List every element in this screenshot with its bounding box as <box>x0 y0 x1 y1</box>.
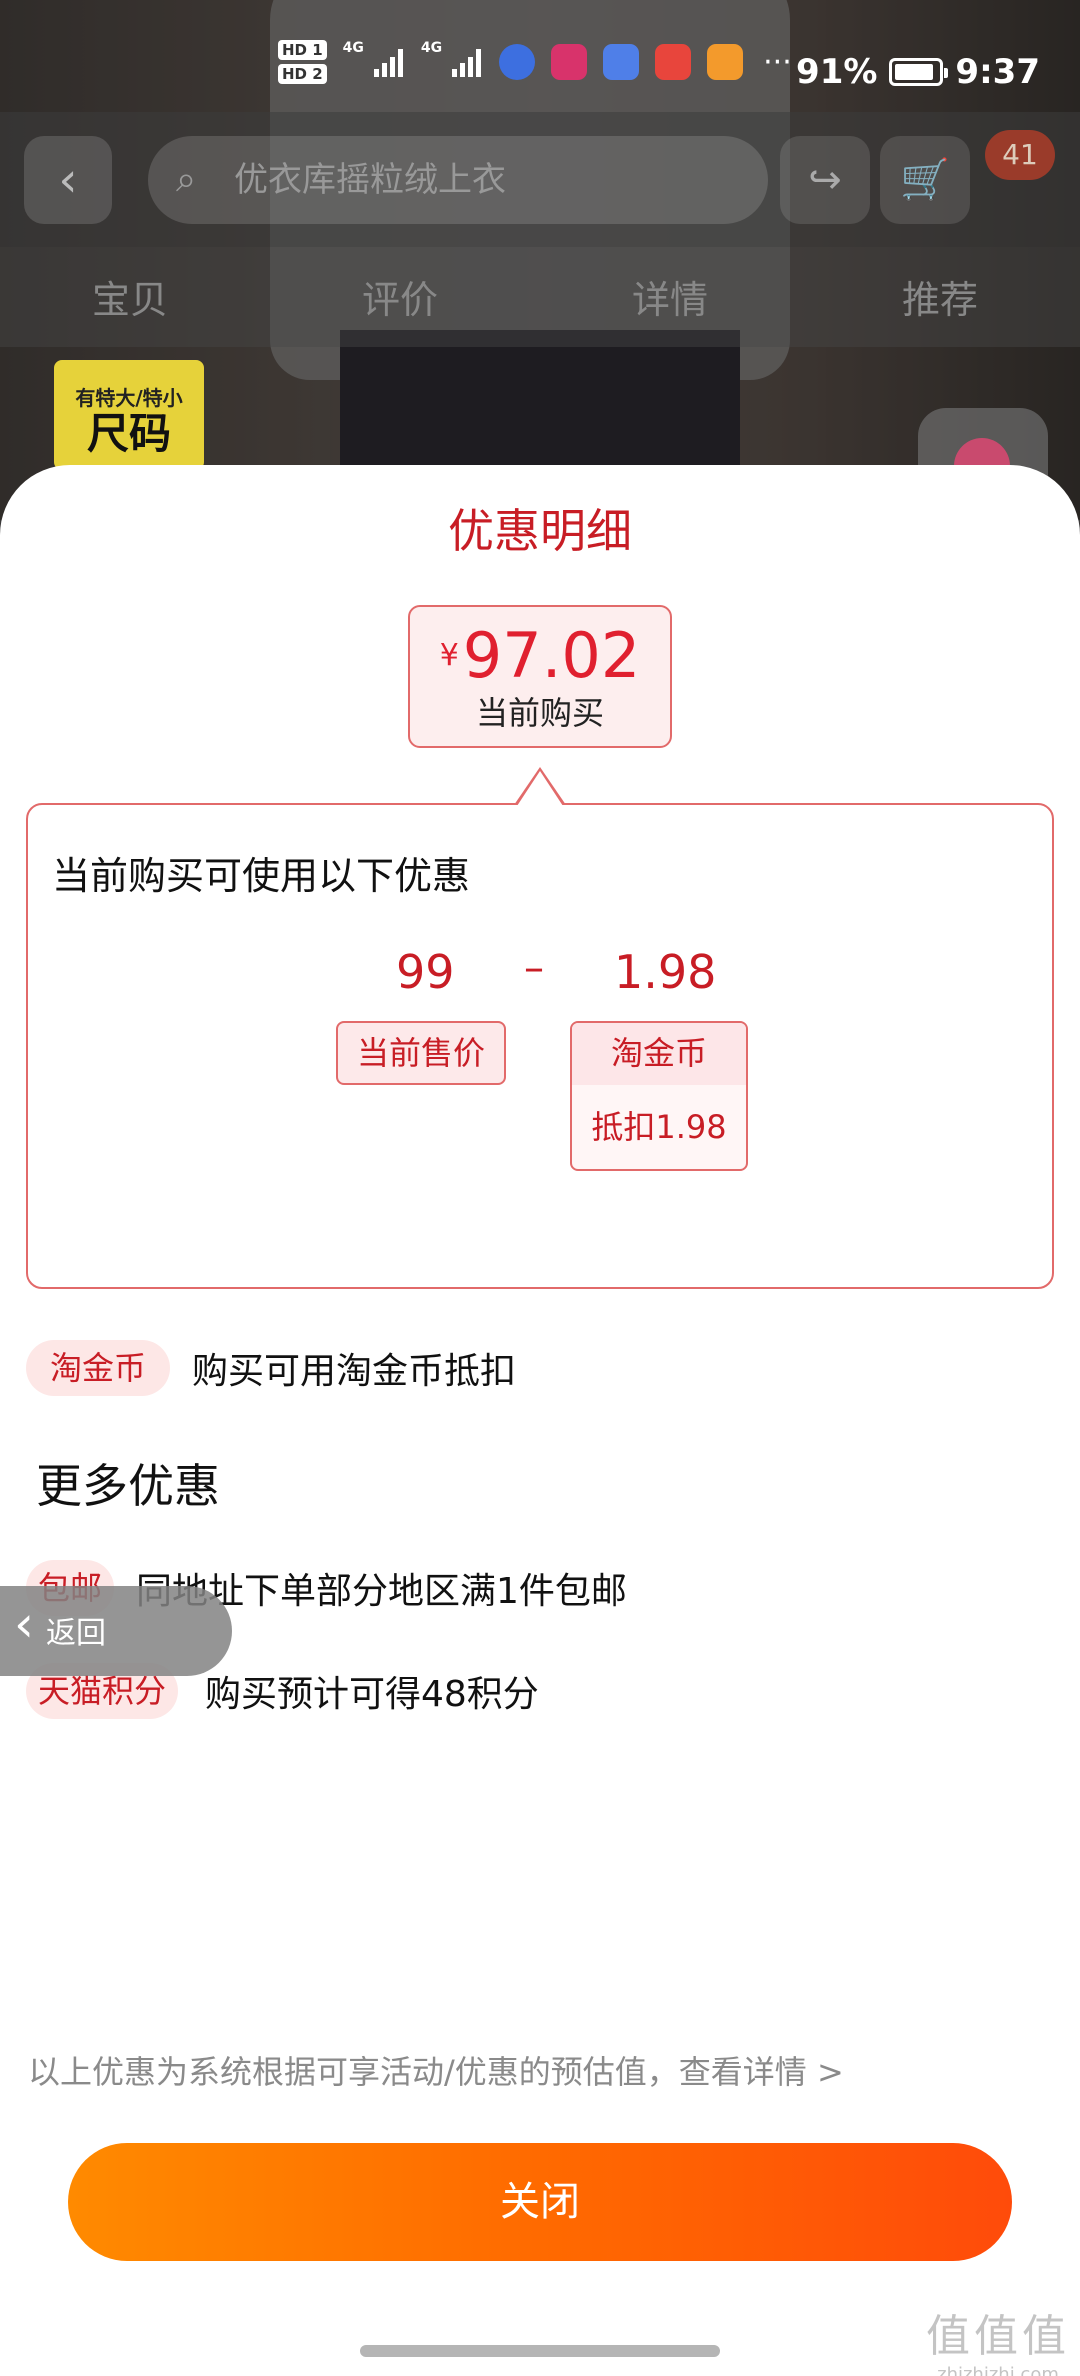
size-tag-line2: 尺码 <box>86 409 171 458</box>
product-tabs: 宝贝 评价 详情 推荐 <box>0 247 1080 347</box>
floating-back-button[interactable]: ‹ 返回 <box>0 1586 232 1676</box>
share-button[interactable]: ↪ <box>780 136 870 224</box>
clock: 9:37 <box>955 52 1040 92</box>
taojinbi-tag-detail: 抵扣1.98 <box>591 1108 727 1146</box>
taojinbi-row: 淘金币 购买可用淘金币抵扣 <box>0 1340 1080 1410</box>
battery-icon <box>889 58 949 86</box>
close-button[interactable]: 关闭 <box>68 2143 1012 2261</box>
app-notification-icon <box>551 44 588 80</box>
battery-percent: 91% <box>796 52 878 92</box>
price-line: ¥97.02 <box>410 607 670 692</box>
sheet-title: 优惠明细 <box>448 504 632 558</box>
status-bar: HD 1 HD 2 4G 4G ··· 91% 9:37 <box>0 0 1080 110</box>
deduction-value: 1.98 <box>614 945 717 999</box>
home-indicator[interactable] <box>360 2345 720 2357</box>
floating-back-label: 返回 <box>46 1616 106 1651</box>
watermark: 值值值 zhizhizhi.com <box>926 2300 1070 2376</box>
search-placeholder: 优衣库摇粒绒上衣 <box>234 160 506 200</box>
taojinbi-pill: 淘金币 <box>26 1340 171 1396</box>
network-type-2: 4G <box>420 40 443 56</box>
app-notification-icon <box>499 44 536 80</box>
taojinbi-tag-title: 淘金币 <box>572 1023 746 1085</box>
estimate-footnote-link[interactable]: 以上优惠为系统根据可享活动/优惠的预估值，查看详情 > <box>28 2047 844 2093</box>
sim1-badge: HD 1 <box>278 40 327 60</box>
signal-icon-2 <box>452 47 482 77</box>
status-left: HD 1 HD 2 4G 4G ··· <box>278 40 792 84</box>
more-notifications-icon: ··· <box>763 44 792 80</box>
taojinbi-text: 购买可用淘金币抵扣 <box>192 1351 517 1392</box>
cart-badge: 41 <box>985 130 1055 180</box>
discount-detail-sheet: 优惠明细 ¥97.02 当前购买 当前购买可使用以下优惠 99 – 1.98 当… <box>0 465 1080 2376</box>
status-right: 91% 9:37 <box>796 52 1040 92</box>
sim-badges: HD 1 HD 2 <box>278 40 327 84</box>
signal-icon-1 <box>373 47 403 77</box>
minus-operator: – <box>524 945 544 991</box>
discounts-heading: 当前购买可使用以下优惠 <box>52 854 471 898</box>
watermark-mark: 值值值 <box>926 2311 1070 2362</box>
chevron-left-icon: ‹ <box>14 1595 34 1653</box>
huawei-app-icon <box>655 44 692 80</box>
sim2-badge: HD 2 <box>278 64 327 84</box>
callout-pointer-fill <box>517 771 563 806</box>
tmall-points-text: 购买预计可得48积分 <box>205 1674 539 1715</box>
more-discounts-heading: 更多优惠 <box>36 1459 220 1513</box>
video-app-icon <box>707 44 744 80</box>
search-input[interactable]: ⌕ 优衣库摇粒绒上衣 <box>148 136 768 224</box>
taojinbi-deduction-tag: 淘金币 抵扣1.98 <box>570 1021 748 1171</box>
base-price-value: 99 <box>396 945 455 999</box>
watermark-domain: zhizhizhi.com <box>937 2364 1059 2376</box>
size-tag-line1: 有特大/特小 <box>75 386 183 410</box>
tab-recommend[interactable]: 推荐 <box>902 269 978 324</box>
tab-reviews[interactable]: 评价 <box>362 269 438 324</box>
size-promo-tag: 有特大/特小 尺码 <box>54 360 204 470</box>
search-icon: ⌕ <box>176 159 197 200</box>
tab-details[interactable]: 详情 <box>632 269 708 324</box>
music-app-icon <box>603 44 640 80</box>
top-nav: ‹ ⌕ 优衣库摇粒绒上衣 ↪ 🛒 41 <box>0 112 1080 247</box>
applicable-discounts-box: 当前购买可使用以下优惠 99 – 1.98 当前售价 淘金币 抵扣1.98 <box>26 803 1054 1289</box>
price-value: 97.02 <box>462 619 641 692</box>
back-button[interactable]: ‹ <box>24 136 112 224</box>
tab-item[interactable]: 宝贝 <box>92 269 168 324</box>
cart-button[interactable]: 🛒 <box>880 136 970 224</box>
current-price-card: ¥97.02 当前购买 <box>408 605 672 748</box>
current-price-tag: 当前售价 <box>336 1021 506 1085</box>
currency-symbol: ¥ <box>439 638 459 673</box>
price-caption: 当前购买 <box>475 694 604 732</box>
network-type-1: 4G <box>342 40 364 56</box>
